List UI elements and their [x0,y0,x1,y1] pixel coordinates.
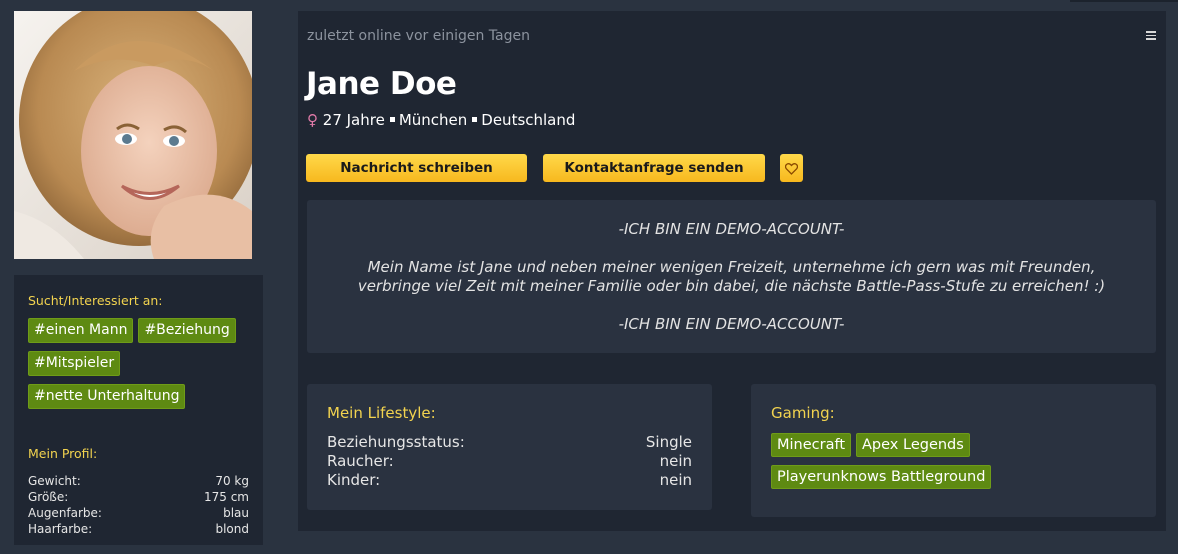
profile-main-panel: zuletzt online vor einigen Tagen Jane Do… [298,11,1166,531]
attribute-label: Größe: [28,490,69,504]
left-info-panel: Sucht/Interessiert an: #einen Mann #Bezi… [14,275,263,545]
contact-request-button[interactable]: Kontaktanfrage senden [543,154,765,182]
lifestyle-value: nein [659,471,692,489]
tag-mitspieler[interactable]: #Mitspieler [28,351,121,376]
about-text: Mein Name ist Jane und neben meiner weni… [357,258,1106,295]
top-edge-bar [1070,0,1178,2]
profile-photo[interactable] [14,11,252,259]
attribute-value: blond [215,522,249,536]
favorite-button[interactable] [780,154,803,182]
attribute-row-hair-color: Haarfarbe: blond [28,521,249,537]
profile-meta: ♀ 27 Jahre München Deutschland [307,111,575,129]
gaming-card: Gaming: Minecraft Apex Legends Playerunk… [751,384,1156,517]
profile-photo-image [14,11,252,259]
heart-icon [785,162,798,175]
profile-city: München [398,111,468,129]
about-me-box: -ICH BIN EIN DEMO-ACCOUNT- Mein Name ist… [307,200,1156,353]
online-status: zuletzt online vor einigen Tagen [307,28,530,44]
female-icon: ♀ [307,111,318,129]
about-demo-notice: -ICH BIN EIN DEMO-ACCOUNT- [618,220,845,238]
hamburger-menu-icon[interactable] [1146,31,1156,41]
profile-age: 27 Jahre [322,111,385,129]
profile-attributes: Gewicht: 70 kg Größe: 175 cm Augenfarbe:… [28,473,249,537]
lifestyle-row-smoker: Raucher: nein [327,452,692,471]
separator-dot [389,117,395,122]
my-profile-title: Mein Profil: [28,446,98,461]
attribute-value: blau [223,506,249,520]
lifestyle-label: Raucher: [327,452,394,470]
gaming-title: Gaming: [771,404,835,422]
attribute-value: 175 cm [203,490,249,504]
profile-name: Jane Doe [306,66,457,102]
tag-nette-unterhaltung[interactable]: #nette Unterhaltung [28,384,186,409]
attribute-label: Gewicht: [28,474,81,488]
lifestyle-card: Mein Lifestyle: Beziehungsstatus: Single… [307,384,712,510]
attribute-label: Augenfarbe: [28,506,102,520]
tag-beziehung[interactable]: #Beziehung [138,318,236,343]
lifestyle-title: Mein Lifestyle: [327,404,436,422]
about-demo-notice: -ICH BIN EIN DEMO-ACCOUNT- [618,315,845,333]
lifestyle-label: Beziehungsstatus: [327,433,465,451]
lifestyle-value: Single [645,433,692,451]
separator-dot [472,117,478,122]
attribute-row-height: Größe: 175 cm [28,489,249,505]
lifestyle-row-relationship: Beziehungsstatus: Single [327,433,692,452]
attribute-value: 70 kg [215,474,249,488]
attribute-row-weight: Gewicht: 70 kg [28,473,249,489]
tag-einen-mann[interactable]: #einen Mann [28,318,134,343]
lifestyle-rows: Beziehungsstatus: Single Raucher: nein K… [327,433,692,490]
profile-country: Deutschland [481,111,576,129]
attribute-label: Haarfarbe: [28,522,93,536]
looking-for-tags: #einen Mann #Beziehung #Mitspieler #nett… [28,318,248,409]
looking-for-title: Sucht/Interessiert an: [28,293,163,308]
gaming-tags: Minecraft Apex Legends Playerunknows Bat… [771,433,1031,489]
attribute-row-eye-color: Augenfarbe: blau [28,505,249,521]
lifestyle-row-children: Kinder: nein [327,471,692,490]
lifestyle-value: nein [659,452,692,470]
game-tag-apex-legends[interactable]: Apex Legends [856,433,970,457]
game-tag-minecraft[interactable]: Minecraft [771,433,852,457]
lifestyle-label: Kinder: [327,471,381,489]
game-tag-pubg[interactable]: Playerunknows Battleground [771,465,992,489]
send-message-button[interactable]: Nachricht schreiben [306,154,527,182]
